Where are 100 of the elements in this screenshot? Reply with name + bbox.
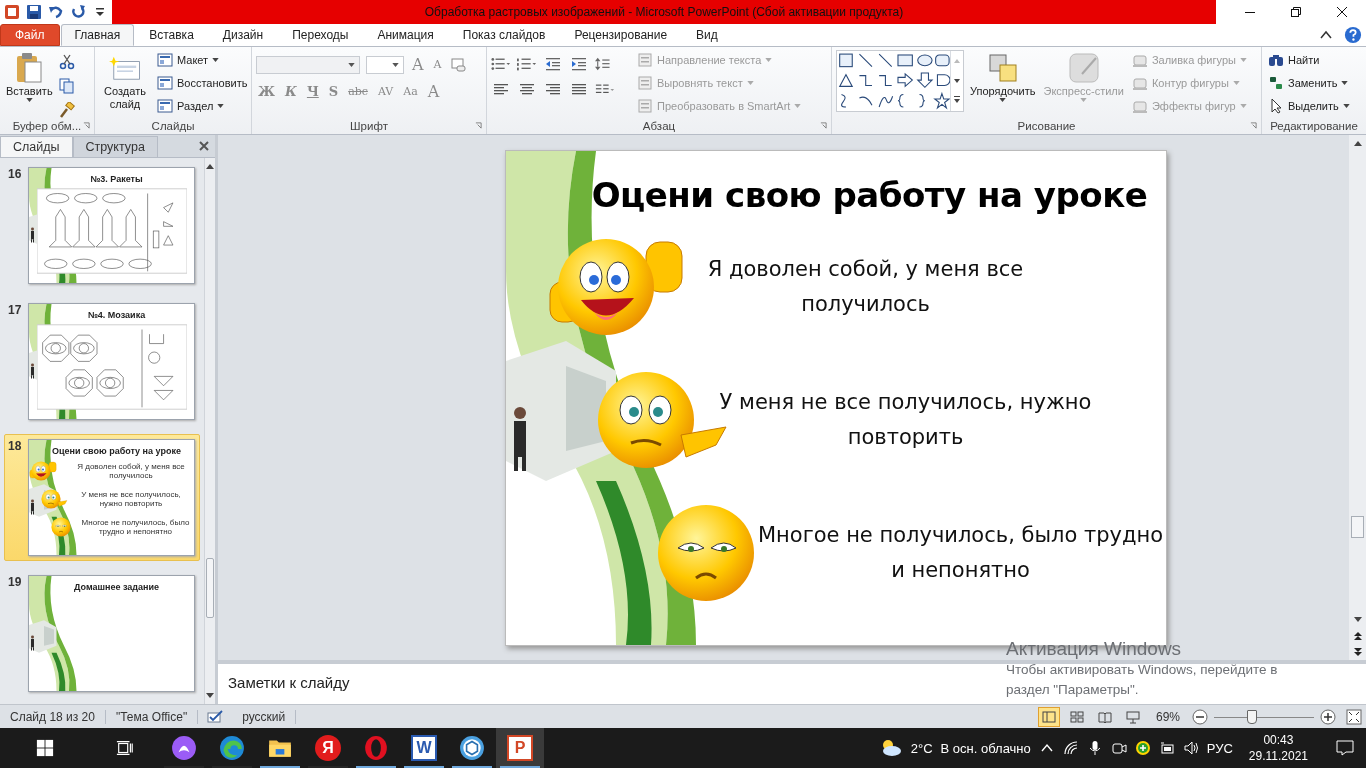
caret-icon (746, 81, 754, 85)
cut-icon[interactable] (58, 54, 75, 70)
help-icon[interactable] (1344, 26, 1362, 44)
paste-button[interactable]: Вставить (4, 50, 55, 104)
slide-text: Многое не получилось, было трудно и непонятно (756, 521, 1165, 584)
zoom-slider-thumb[interactable] (1247, 709, 1257, 724)
caret-icon (25, 98, 33, 102)
panel-tab[interactable]: Структура (72, 136, 158, 157)
ribbon-tab[interactable]: Главная (60, 24, 135, 46)
panel-tab[interactable]: Слайды (0, 136, 73, 157)
caret-icon (1341, 81, 1349, 85)
caret-icon (1232, 81, 1240, 85)
text-options-icon (637, 52, 653, 68)
speaker-icon[interactable] (1182, 740, 1199, 756)
caret-icon (348, 62, 355, 67)
zoom-out-icon[interactable] (1192, 708, 1208, 725)
ribbon-menu-button[interactable]: Найти (1266, 50, 1352, 70)
ribbon-menu-button[interactable]: Восстановить (155, 73, 250, 93)
increase-indent-icon[interactable] (569, 56, 589, 72)
new-slide-button[interactable]: Создать слайд (99, 50, 151, 113)
zoom-level[interactable]: 69% (1149, 709, 1186, 724)
scrollbar-thumb[interactable] (206, 558, 214, 618)
bullets-icon[interactable] (491, 56, 511, 72)
font-size-field[interactable] (366, 55, 404, 74)
thumbnail-text: Многое не получилось, было трудно и непонятно (80, 518, 191, 536)
restore-icon[interactable] (1290, 6, 1302, 18)
thumbnail-title: Домашнее задание (73, 581, 160, 592)
arrange-button[interactable]: Упорядочить (968, 50, 1038, 104)
slide-thumbnail-row[interactable]: 16 №3. Ракеты (4, 162, 200, 289)
ribbon-tab[interactable]: Вставка (135, 24, 208, 46)
ribbon-menu-button[interactable]: Макет (155, 50, 250, 70)
caret-icon (1342, 104, 1350, 108)
ribbon-menu-button[interactable]: Заменить (1266, 73, 1352, 93)
thumbnail-text: Я доволен собой, у меня все получилось (76, 462, 186, 480)
scrollbar-thumb[interactable] (1351, 516, 1364, 538)
dialog-launcher-icon[interactable] (1250, 122, 1257, 129)
dialog-launcher-icon[interactable] (83, 122, 90, 129)
network-icon[interactable] (1062, 740, 1079, 756)
yandex-taskbar-button[interactable]: Я (304, 728, 352, 768)
slide-thumbnail[interactable]: Домашнее задание (28, 575, 195, 692)
slide-number: 19 (8, 575, 22, 591)
thumbnail-title: №4. Мозаика (86, 309, 147, 320)
ribbon-tab[interactable]: Дизайн (208, 24, 278, 46)
group-label: Шрифт (350, 120, 388, 132)
camera-icon[interactable] (1110, 740, 1127, 756)
group-label: Буфер обм... (12, 120, 82, 132)
dialog-launcher-icon[interactable] (475, 122, 482, 129)
shapes-gallery[interactable] (836, 50, 964, 112)
undo-icon[interactable] (48, 4, 64, 20)
save-icon[interactable] (26, 4, 42, 20)
ribbon-tab[interactable]: Переходы (278, 24, 363, 46)
slide-thumbnail[interactable]: №4. Мозаика (28, 303, 195, 420)
ribbon-tab[interactable]: Рецензирование (560, 24, 682, 46)
slide-counter: Слайд 18 из 20 (0, 709, 106, 724)
slide-thumbnail-row[interactable]: 18 Оцени свою работу на уроке Я доволен собой, у меня все получилось У меня не все получилось, нужно повторить Многое не получилось, было трудно и непонятно (4, 434, 200, 561)
theme-name: "Тема Office" (105, 709, 199, 724)
zoom-slider[interactable] (1214, 709, 1314, 724)
input-language[interactable]: РУС (1206, 740, 1233, 756)
caret-icon (1239, 104, 1247, 108)
close-icon[interactable] (1336, 6, 1348, 18)
previous-slide-icon[interactable] (1352, 631, 1363, 641)
thumbnail-title: №3. Ракеты (89, 173, 144, 184)
redo-icon[interactable] (70, 4, 86, 20)
plus-circle-icon[interactable] (1134, 740, 1151, 756)
slide-thumbnail-row[interactable]: 17 №4. Мозаика (4, 298, 200, 425)
slide-text: У меня не все получилось, нужно повторить (718, 388, 1093, 451)
clock-date[interactable]: 29.11.2021 (1248, 748, 1308, 764)
ribbon-tab[interactable]: Анимация (363, 24, 448, 46)
slide-thumbnail-row[interactable]: 19 Домашнее задание (4, 570, 200, 697)
caret-icon (217, 104, 225, 108)
temperature[interactable]: 2°C (910, 740, 933, 756)
ribbon-tab[interactable]: Файл (0, 24, 60, 46)
weather-text[interactable]: В осн. облачно (940, 740, 1031, 756)
clock-time[interactable]: 00:43 (1263, 732, 1294, 748)
notifications-icon[interactable] (1336, 740, 1354, 756)
language-indicator[interactable]: русский (232, 709, 297, 724)
slide-number: 18 (8, 439, 22, 455)
powerpoint-taskbar-button[interactable]: P (496, 728, 544, 768)
fit-to-window-icon[interactable] (1346, 708, 1362, 725)
slide-number: 16 (8, 167, 22, 183)
caret-icon (392, 62, 399, 67)
battery-icon[interactable] (1158, 740, 1175, 756)
caret-icon (1239, 58, 1247, 62)
word-taskbar-button[interactable]: W (400, 728, 448, 768)
dialog-launcher-icon[interactable] (820, 122, 827, 129)
zoom-in-icon[interactable] (1320, 708, 1336, 725)
caret-icon (212, 58, 220, 62)
ribbon-tab[interactable]: Показ слайдов (448, 24, 560, 46)
decrease-indent-icon[interactable] (543, 56, 563, 72)
format-painter-icon[interactable] (58, 102, 75, 118)
slide-thumbnail[interactable]: Оцени свою работу на уроке Я доволен собой, у меня все получилось У меня не все получилось, нужно повторить Многое не получилось, было трудно и непонятно (28, 439, 195, 556)
numbering-icon[interactable] (517, 56, 537, 72)
caret-icon (999, 98, 1007, 102)
text-options-icon (637, 98, 653, 114)
ribbon-menu-button[interactable]: Выделить (1266, 96, 1352, 116)
copy-icon[interactable] (58, 78, 75, 94)
next-slide-icon[interactable] (1352, 647, 1363, 657)
ribbon-tab[interactable]: Вид (682, 24, 732, 46)
slide-thumbnail[interactable]: №3. Ракеты (28, 167, 195, 284)
ribbon-menu-button[interactable]: Раздел (155, 96, 250, 116)
